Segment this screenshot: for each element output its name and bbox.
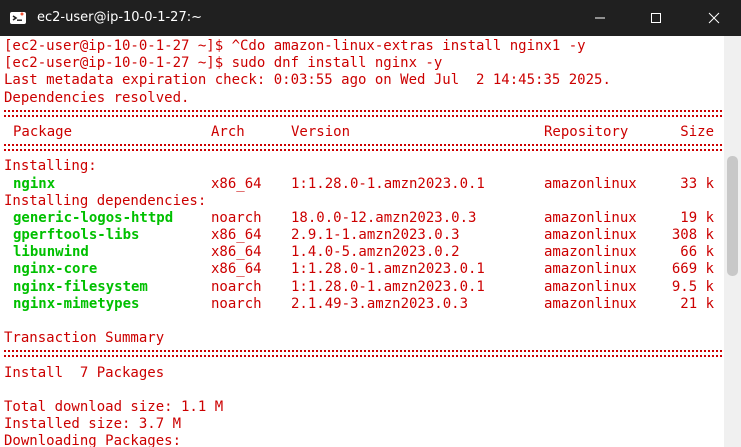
header-repository: Repository [544, 123, 629, 140]
package-name: nginx-filesystem [13, 278, 148, 295]
separator [4, 141, 722, 158]
table-row: libunwind x86_64 1.4.0-5.amzn2023.0.2 am… [4, 244, 722, 261]
package-name: libunwind [13, 244, 89, 261]
dependencies-label: Installing dependencies: [4, 192, 207, 209]
package-repo: amazonlinux [544, 244, 637, 261]
package-version: 1.4.0-5.amzn2023.0.2 [291, 244, 460, 261]
table-header: Package Arch Version Repository Size [4, 124, 722, 141]
package-repo: amazonlinux [544, 295, 637, 312]
package-arch: x86_64 [211, 244, 262, 261]
close-icon [708, 12, 720, 24]
package-name: nginx [13, 175, 56, 192]
title-bar[interactable]: ec2-user@ip-10-0-1-27:~ [0, 0, 741, 36]
package-size: 308 k [671, 227, 714, 244]
package-version: 2.9.1-1.amzn2023.0.3 [291, 227, 460, 244]
installing-label: Installing: [4, 158, 97, 175]
package-name: generic-logos-httpd [13, 209, 174, 226]
separator [4, 347, 722, 364]
package-name: gperftools-libs [13, 227, 140, 244]
metadata-line: Last metadata expiration check: 0:03:55 … [4, 72, 611, 89]
separator [4, 107, 722, 124]
total-download-size: Total download size: 1.1 M [4, 398, 224, 415]
package-version: 1:1.28.0-1.amzn2023.0.1 [291, 175, 485, 192]
package-size: 66 k [680, 244, 714, 261]
scrollbar-thumb[interactable] [727, 156, 738, 276]
package-size: 19 k [680, 209, 714, 226]
table-row: nginx-filesystem noarch 1:1.28.0-1.amzn2… [4, 279, 722, 296]
close-button[interactable] [691, 0, 737, 36]
package-version: 1:1.28.0-1.amzn2023.0.1 [291, 278, 485, 295]
package-arch: x86_64 [211, 227, 262, 244]
package-arch: noarch [211, 209, 262, 226]
minimize-button[interactable] [577, 0, 623, 36]
package-size: 21 k [680, 295, 714, 312]
table-row: nginx x86_64 1:1.28.0-1.amzn2023.0.1 ama… [4, 176, 722, 193]
table-row: nginx-mimetypes noarch 2.1.49-3.amzn2023… [4, 296, 722, 313]
package-name: nginx-core [13, 261, 98, 278]
package-repo: amazonlinux [544, 175, 637, 192]
header-arch: Arch [211, 123, 245, 140]
minimize-icon [595, 17, 605, 19]
package-size: 33 k [680, 175, 714, 192]
package-size: 9.5 k [671, 278, 714, 295]
header-version: Version [291, 123, 351, 140]
table-row: gperftools-libs x86_64 2.9.1-1.amzn2023.… [4, 227, 722, 244]
package-size: 669 k [671, 261, 714, 278]
prompt-line: [ec2-user@ip-10-0-1-27 ~]$ ^Cdo amazon-l… [4, 38, 586, 54]
terminal-output: [ec2-user@ip-10-0-1-27 ~]$ ^Cdo amazon-l… [4, 38, 722, 447]
git-bash-icon [10, 12, 26, 24]
table-row: generic-logos-httpd noarch 18.0.0-12.amz… [4, 210, 722, 227]
maximize-icon [651, 13, 661, 23]
table-row: nginx-core x86_64 1:1.28.0-1.amzn2023.0.… [4, 261, 722, 278]
header-package: Package [13, 123, 73, 140]
package-version: 18.0.0-12.amzn2023.0.3 [291, 209, 477, 226]
package-arch: x86_64 [211, 261, 262, 278]
package-version: 2.1.49-3.amzn2023.0.3 [291, 295, 469, 312]
package-name: nginx-mimetypes [13, 295, 140, 312]
downloading-packages: Downloading Packages: [4, 433, 182, 447]
terminal-window: ec2-user@ip-10-0-1-27:~ [ec2-user@ip-10-… [0, 0, 741, 447]
prompt-line: [ec2-user@ip-10-0-1-27 ~]$ sudo dnf inst… [4, 55, 443, 72]
maximize-button[interactable] [633, 0, 679, 36]
package-arch: noarch [211, 278, 262, 295]
transaction-summary: Transaction Summary [4, 330, 165, 347]
window-title: ec2-user@ip-10-0-1-27:~ [37, 10, 202, 25]
installed-size: Installed size: 3.7 M [4, 416, 182, 433]
package-repo: amazonlinux [544, 227, 637, 244]
package-repo: amazonlinux [544, 278, 637, 295]
package-version: 1:1.28.0-1.amzn2023.0.1 [291, 261, 485, 278]
install-count: Install 7 Packages [4, 364, 165, 381]
package-arch: x86_64 [211, 175, 262, 192]
package-repo: amazonlinux [544, 261, 637, 278]
deps-resolved-line: Dependencies resolved. [4, 89, 190, 106]
header-size: Size [680, 123, 714, 140]
package-repo: amazonlinux [544, 209, 637, 226]
scrollbar[interactable] [724, 36, 741, 447]
package-arch: noarch [211, 295, 262, 312]
